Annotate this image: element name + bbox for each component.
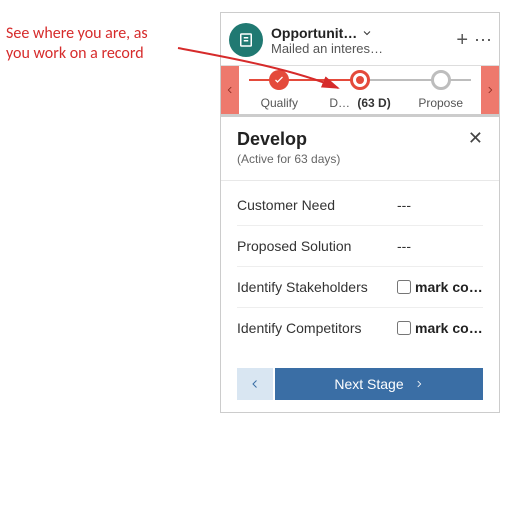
panel-header: Opportunit… Mailed an interes… + ⋯ bbox=[221, 13, 499, 65]
stage-propose[interactable]: Propose bbox=[400, 66, 481, 114]
field-row[interactable]: Proposed Solution --- bbox=[237, 226, 483, 267]
record-title: Opportunit… bbox=[271, 25, 357, 41]
stage-card-subtitle: (Active for 63 days) bbox=[237, 152, 340, 166]
field-checkbox[interactable]: mark co… bbox=[397, 279, 483, 295]
field-value[interactable]: --- bbox=[397, 197, 483, 213]
add-button[interactable]: + bbox=[456, 29, 468, 52]
title-chevron-icon[interactable] bbox=[361, 27, 373, 39]
stage-active-icon bbox=[350, 70, 370, 90]
record-subtitle: Mailed an interes… bbox=[271, 41, 448, 56]
process-stages: Qualify D… (63 D) Propose bbox=[221, 65, 499, 117]
stage-fields: Customer Need --- Proposed Solution --- … bbox=[221, 181, 499, 358]
stage-nav-next[interactable] bbox=[481, 66, 499, 114]
field-checkbox[interactable]: mark co… bbox=[397, 320, 483, 336]
field-row[interactable]: Identify Stakeholders mark co… bbox=[237, 267, 483, 308]
active-stage-card: Develop (Active for 63 days) ✕ bbox=[221, 117, 499, 181]
next-stage-button[interactable]: Next Stage bbox=[275, 368, 483, 400]
stage-complete-icon bbox=[269, 70, 289, 90]
previous-stage-button[interactable] bbox=[237, 368, 273, 400]
record-panel: Opportunit… Mailed an interes… + ⋯ Quali… bbox=[220, 12, 500, 413]
field-label: Identify Competitors bbox=[237, 320, 387, 336]
stage-nav-prev[interactable] bbox=[221, 66, 239, 114]
entity-icon bbox=[229, 23, 263, 57]
field-row[interactable]: Identify Competitors mark co… bbox=[237, 308, 483, 348]
field-label: Identify Stakeholders bbox=[237, 279, 387, 295]
stage-develop[interactable]: D… (63 D) bbox=[320, 66, 401, 114]
close-icon[interactable]: ✕ bbox=[468, 129, 483, 147]
stage-future-icon bbox=[431, 70, 451, 90]
stage-qualify[interactable]: Qualify bbox=[239, 66, 320, 114]
field-row[interactable]: Customer Need --- bbox=[237, 185, 483, 226]
more-menu-button[interactable]: ⋯ bbox=[474, 35, 491, 45]
callout-annotation: See where you are, as you work on a reco… bbox=[6, 24, 148, 64]
field-value[interactable]: --- bbox=[397, 238, 483, 254]
field-label: Customer Need bbox=[237, 197, 387, 213]
stage-footer: Next Stage bbox=[221, 358, 499, 412]
field-label: Proposed Solution bbox=[237, 238, 387, 254]
stage-card-title: Develop bbox=[237, 129, 340, 150]
